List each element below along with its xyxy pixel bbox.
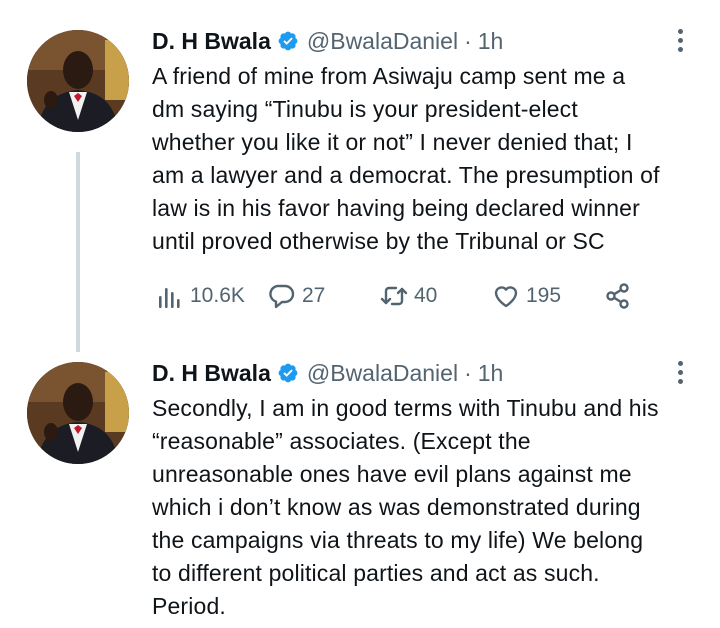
separator-dot: · <box>464 27 472 54</box>
tweet-text-line: whether you like it or not” I never deni… <box>152 129 633 155</box>
reply-button[interactable]: 27 <box>268 276 325 316</box>
reply-count: 27 <box>302 284 326 307</box>
like-count: 195 <box>526 284 562 307</box>
tweet-text-line: am a lawyer and a democrat. The presumpt… <box>152 162 660 188</box>
retweet-button[interactable]: 40 <box>380 276 437 316</box>
verified-badge-icon <box>277 362 299 384</box>
tweet-header: D. H Bwala @BwalaDaniel · 1h <box>152 356 503 390</box>
tweet-text-line: Secondly, I am in good terms with Tinubu… <box>152 395 659 421</box>
tweet-text-line: unreasonable ones have evil plans agains… <box>152 461 632 487</box>
tweet-text: A friend of mine from Asiwaju camp sent … <box>152 60 708 258</box>
tweet-text-line: until proved otherwise by the Tribunal o… <box>152 228 605 254</box>
tweet-text-line: Period. <box>152 593 226 619</box>
tweet-text-line: A friend of mine from Asiwaju camp sent … <box>152 63 626 89</box>
share-button[interactable] <box>604 276 632 316</box>
views-button[interactable]: 10.6K <box>156 276 245 316</box>
tweet-text-line: “reasonable” associates. (Except the <box>152 428 531 454</box>
tweet-header: D. H Bwala @BwalaDaniel · 1h <box>152 24 503 58</box>
tweet-timestamp[interactable]: 1h <box>478 28 504 55</box>
heart-icon <box>494 286 518 308</box>
verified-badge-icon <box>277 30 299 52</box>
reply-bubble-icon <box>269 284 295 309</box>
views-count: 10.6K <box>190 284 245 307</box>
author-handle[interactable]: @BwalaDaniel <box>307 360 458 387</box>
tweet-text: Secondly, I am in good terms with Tinubu… <box>152 392 708 623</box>
tweet-text-line: to different political parties and act a… <box>152 560 600 586</box>
tweet-text-line: the campaigns via threats to my life) We… <box>152 527 644 553</box>
separator-dot: · <box>464 359 472 386</box>
tweet-actions: 10.6K 27 40 195 <box>152 276 652 316</box>
tweet-text-line: dm saying “Tinubu is your president-elec… <box>152 96 578 122</box>
tweet[interactable]: D. H Bwala @BwalaDaniel · 1h Secondly, I… <box>0 350 720 628</box>
tweet-text-line: law is in his favor having being declare… <box>152 195 640 221</box>
avatar[interactable] <box>27 362 129 464</box>
avatar-photo-icon <box>27 30 129 132</box>
retweet-count: 40 <box>414 284 438 307</box>
avatar[interactable] <box>27 30 129 132</box>
share-nodes-icon <box>606 283 629 309</box>
author-display-name[interactable]: D. H Bwala <box>152 360 271 387</box>
more-options-icon[interactable] <box>670 26 690 54</box>
more-options-icon[interactable] <box>670 358 690 386</box>
tweet-text-line: which i don’t know as was demonstrated d… <box>152 494 641 520</box>
author-handle[interactable]: @BwalaDaniel <box>307 28 458 55</box>
author-display-name[interactable]: D. H Bwala <box>152 28 271 55</box>
retweet-arrows-icon <box>380 286 408 306</box>
tweet[interactable]: D. H Bwala @BwalaDaniel · 1h A friend of… <box>0 18 720 340</box>
like-button[interactable]: 195 <box>492 276 561 316</box>
tweet-timestamp[interactable]: 1h <box>478 360 504 387</box>
avatar-photo-icon <box>27 362 129 464</box>
views-chart-icon <box>159 288 180 308</box>
